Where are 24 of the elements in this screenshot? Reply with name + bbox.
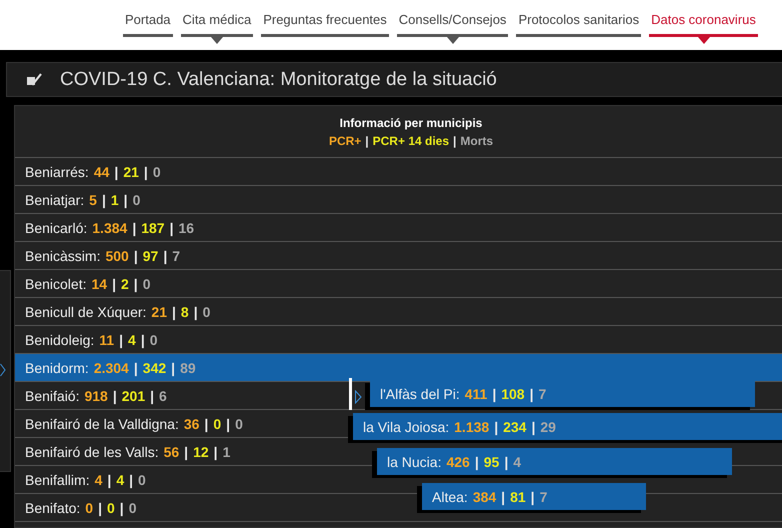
municipality-row[interactable]: Beniarrés: 44 | 21 | 0 (15, 158, 782, 186)
municipality-row[interactable]: Beniatjar: 5 | 1 | 0 (15, 186, 782, 214)
nav-tab[interactable]: Preguntas frecuentes (261, 0, 389, 37)
municipality-row[interactable]: Benicolet: 14 | 2 | 0 (15, 270, 782, 298)
panel-title: COVID-19 C. Valenciana: Monitoratge de la situació (60, 68, 497, 90)
list-title: Informació per municipis (340, 116, 482, 130)
nav-tab[interactable]: Portada (123, 0, 173, 37)
municipality-tooltip: l'Alfàs del Pi: 411 | 108 | 7 (370, 380, 755, 407)
expand-icon (355, 390, 362, 404)
nav-tab[interactable]: Cita médica (180, 0, 254, 37)
municipality-tooltip: Altea: 384 | 81 | 7 (422, 483, 646, 510)
expand-icon[interactable] (0, 363, 6, 377)
nav-tab[interactable]: Consells/Consejos (396, 0, 508, 37)
municipality-row[interactable]: Benidorm: 2.304 | 342 | 89 (15, 354, 782, 382)
check-icon (26, 72, 42, 86)
legend: PCR+ | PCR+ 14 dies | Morts (328, 134, 494, 148)
cursor-line (349, 378, 352, 410)
municipality-row[interactable]: Benicàssim: 500 | 97 | 7 (15, 242, 782, 270)
municipality-tooltip: la Vila Joiosa: 1.138 | 234 | 29 (353, 413, 782, 440)
municipality-row[interactable]: Benicarló: 1.384 | 187 | 16 (15, 214, 782, 242)
municipality-row[interactable]: Benicull de Xúquer: 21 | 8 | 0 (15, 298, 782, 326)
nav-tab[interactable]: Datos coronavirus (649, 0, 758, 37)
municipality-tooltip: la Nucia: 426 | 95 | 4 (377, 448, 732, 475)
nav-tab[interactable]: Protocolos sanitarios (516, 0, 642, 37)
